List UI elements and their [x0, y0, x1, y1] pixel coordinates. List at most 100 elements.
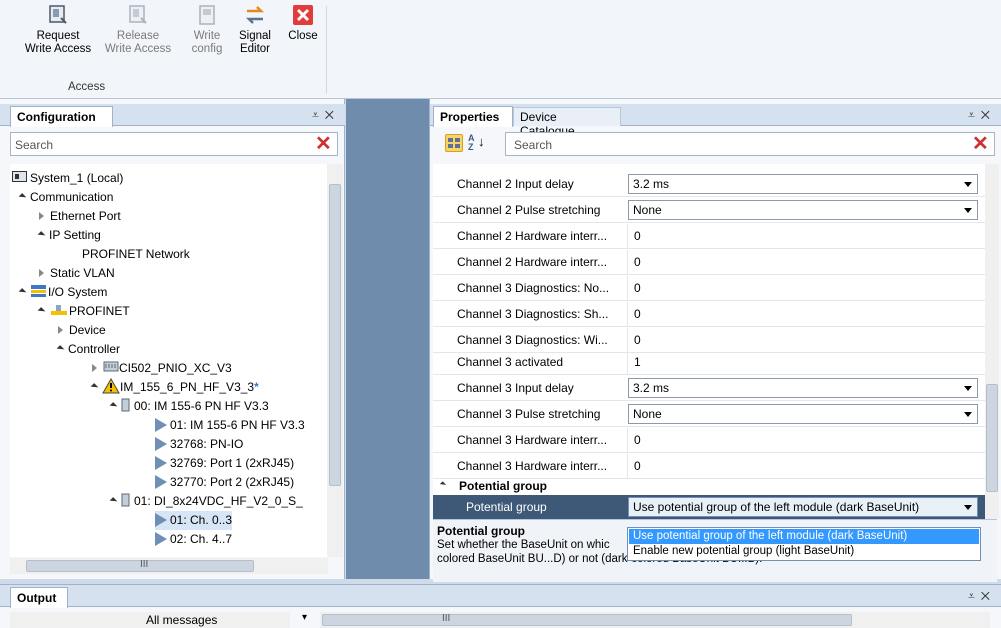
tree-item[interactable]: I/O System: [18, 283, 107, 302]
tree-item[interactable]: 01: Ch. 0..3: [155, 511, 233, 530]
tree-horizontal-scrollbar[interactable]: III: [10, 558, 328, 574]
property-value[interactable]: 0: [634, 307, 641, 321]
tree-item[interactable]: 32769: Port 1 (2xRJ45): [155, 454, 294, 473]
properties-search-input[interactable]: Search ✕: [505, 132, 995, 156]
dropdown-option[interactable]: Enable new potential group (light BaseUn…: [629, 544, 979, 559]
expanded-icon[interactable]: [439, 481, 447, 488]
expanded-icon[interactable]: [109, 402, 118, 410]
property-value[interactable]: 0: [634, 459, 641, 473]
property-row[interactable]: Channel 3 Input delay 3.2 ms: [433, 376, 985, 401]
tree-item[interactable]: System_1 (Local): [12, 169, 123, 188]
expanded-icon[interactable]: [37, 231, 46, 239]
output-filter-bar[interactable]: All messages ▾: [10, 612, 307, 628]
tree-item[interactable]: Controller: [56, 340, 120, 359]
property-combobox[interactable]: 3.2 ms: [628, 174, 978, 194]
property-label: Channel 3 Input delay: [457, 381, 574, 395]
tree-item-label: Device: [69, 323, 106, 337]
collapsed-icon[interactable]: [39, 212, 44, 220]
property-row[interactable]: Channel 3 Hardware interr... 0: [433, 454, 985, 479]
property-combobox[interactable]: None: [628, 404, 978, 424]
collapsed-icon[interactable]: [58, 326, 63, 334]
profinet-icon: [51, 305, 67, 315]
output-filter[interactable]: All messages: [146, 613, 217, 627]
potential-group-dropdown-list[interactable]: Use potential group of the left module (…: [627, 527, 981, 561]
tab-output[interactable]: Output: [10, 587, 68, 608]
property-group-header[interactable]: Potential group: [433, 477, 985, 495]
property-row[interactable]: Channel 3 Pulse stretching None: [433, 402, 985, 427]
tree-item[interactable]: CI502_PNIO_XC_V3: [92, 359, 232, 378]
expanded-icon[interactable]: [37, 307, 46, 315]
signal-editor-button[interactable]: Signal Editor: [233, 4, 277, 56]
tab-device-catalogue[interactable]: Device Catalogue: [513, 107, 621, 138]
properties-pane-controls[interactable]: ⩡✕: [968, 108, 996, 123]
tree-item-label: Static VLAN: [50, 266, 115, 280]
close-button[interactable]: Close: [283, 4, 323, 43]
property-row[interactable]: Channel 2 Input delay 3.2 ms: [433, 172, 985, 197]
tree-vertical-scrollbar[interactable]: [327, 164, 343, 557]
properties-scroll-thumb[interactable]: [986, 384, 998, 492]
property-value[interactable]: 0: [634, 229, 641, 243]
tree-item[interactable]: 01: IM 155-6 PN HF V3.3: [155, 416, 305, 435]
property-combobox[interactable]: None: [628, 200, 978, 220]
property-row[interactable]: Channel 2 Hardware interr... 0: [433, 250, 985, 275]
potential-group-combobox[interactable]: Use potential group of the left module (…: [628, 497, 978, 517]
property-value[interactable]: 0: [634, 255, 641, 269]
property-value[interactable]: 1: [634, 355, 641, 369]
tree-item[interactable]: Ethernet Port: [39, 207, 121, 226]
dropdown-option[interactable]: Use potential group of the left module (…: [629, 529, 979, 544]
configuration-pane-controls[interactable]: ⩡✕: [312, 108, 340, 123]
tree-item[interactable]: PROFINET Network: [82, 245, 190, 264]
release-write-access-button[interactable]: Release Write Access: [98, 4, 178, 56]
property-row[interactable]: Channel 2 Pulse stretching None: [433, 198, 985, 223]
property-value[interactable]: 0: [634, 281, 641, 295]
tree-item[interactable]: 02: Ch. 4..7: [155, 530, 232, 549]
expanded-icon[interactable]: [18, 193, 27, 201]
chevron-down-icon[interactable]: [964, 182, 972, 187]
property-row[interactable]: Channel 3 Hardware interr... 0: [433, 428, 985, 453]
search-clear-icon[interactable]: ✕: [315, 134, 332, 154]
tree-item[interactable]: Communication: [18, 188, 113, 207]
expanded-icon[interactable]: [56, 345, 65, 353]
tree-item[interactable]: Device: [58, 321, 106, 340]
property-row[interactable]: Channel 3 Diagnostics: Sh... 0: [433, 302, 985, 327]
tree-item[interactable]: 32770: Port 2 (2xRJ45): [155, 473, 294, 492]
write-config-button[interactable]: Write config: [185, 4, 229, 56]
property-label: Channel 2 Pulse stretching: [457, 203, 601, 217]
property-value[interactable]: 0: [634, 333, 641, 347]
properties-vertical-scrollbar[interactable]: [985, 164, 999, 519]
chevron-down-icon[interactable]: [964, 505, 972, 510]
tree-item[interactable]: IP Setting: [37, 226, 101, 245]
output-pane-controls[interactable]: ⩡✕: [968, 589, 996, 604]
tab-configuration[interactable]: Configuration: [10, 106, 113, 127]
tree-item[interactable]: 32768: PN-IO: [155, 435, 243, 454]
property-row-selected[interactable]: Potential group Use potential group of th…: [433, 495, 985, 519]
tree-scroll-thumb[interactable]: [329, 184, 341, 486]
collapsed-icon[interactable]: [92, 364, 97, 372]
configuration-search-input[interactable]: Search ✕: [10, 132, 338, 156]
expanded-icon[interactable]: [90, 383, 99, 391]
expanded-icon[interactable]: [109, 497, 118, 505]
property-combobox[interactable]: 3.2 ms: [628, 378, 978, 398]
tree-item[interactable]: 01: DI_8x24VDC_HF_V2_0_S_: [109, 492, 303, 511]
sort-categorized-icon[interactable]: [445, 134, 463, 152]
chevron-down-icon[interactable]: [964, 386, 972, 391]
chevron-down-icon[interactable]: [964, 208, 972, 213]
output-horizontal-scrollbar[interactable]: III: [320, 612, 990, 628]
output-scroll-thumb[interactable]: [322, 614, 852, 626]
tab-properties[interactable]: Properties: [433, 106, 513, 127]
property-row[interactable]: Channel 2 Hardware interr... 0: [433, 224, 985, 249]
property-value[interactable]: 0: [634, 433, 641, 447]
collapsed-icon[interactable]: [39, 269, 44, 277]
chevron-down-icon[interactable]: ▾: [302, 612, 307, 623]
expanded-icon[interactable]: [18, 288, 27, 296]
property-row[interactable]: Channel 3 activated 1: [433, 350, 985, 375]
sort-alphabetical-icon[interactable]: A Z ↓: [468, 134, 488, 154]
tree-item[interactable]: 00: IM 155-6 PN HF V3.3: [109, 397, 269, 416]
property-row[interactable]: Channel 3 Diagnostics: No... 0: [433, 276, 985, 301]
request-write-access-button[interactable]: Request Write Access: [18, 4, 98, 56]
tree-item[interactable]: PROFINET: [37, 302, 130, 321]
chevron-down-icon[interactable]: [964, 412, 972, 417]
search-clear-icon[interactable]: ✕: [972, 134, 989, 154]
tree-item[interactable]: Static VLAN: [39, 264, 115, 283]
tree-item[interactable]: IM_155_6_PN_HF_V3_3*: [90, 377, 259, 397]
